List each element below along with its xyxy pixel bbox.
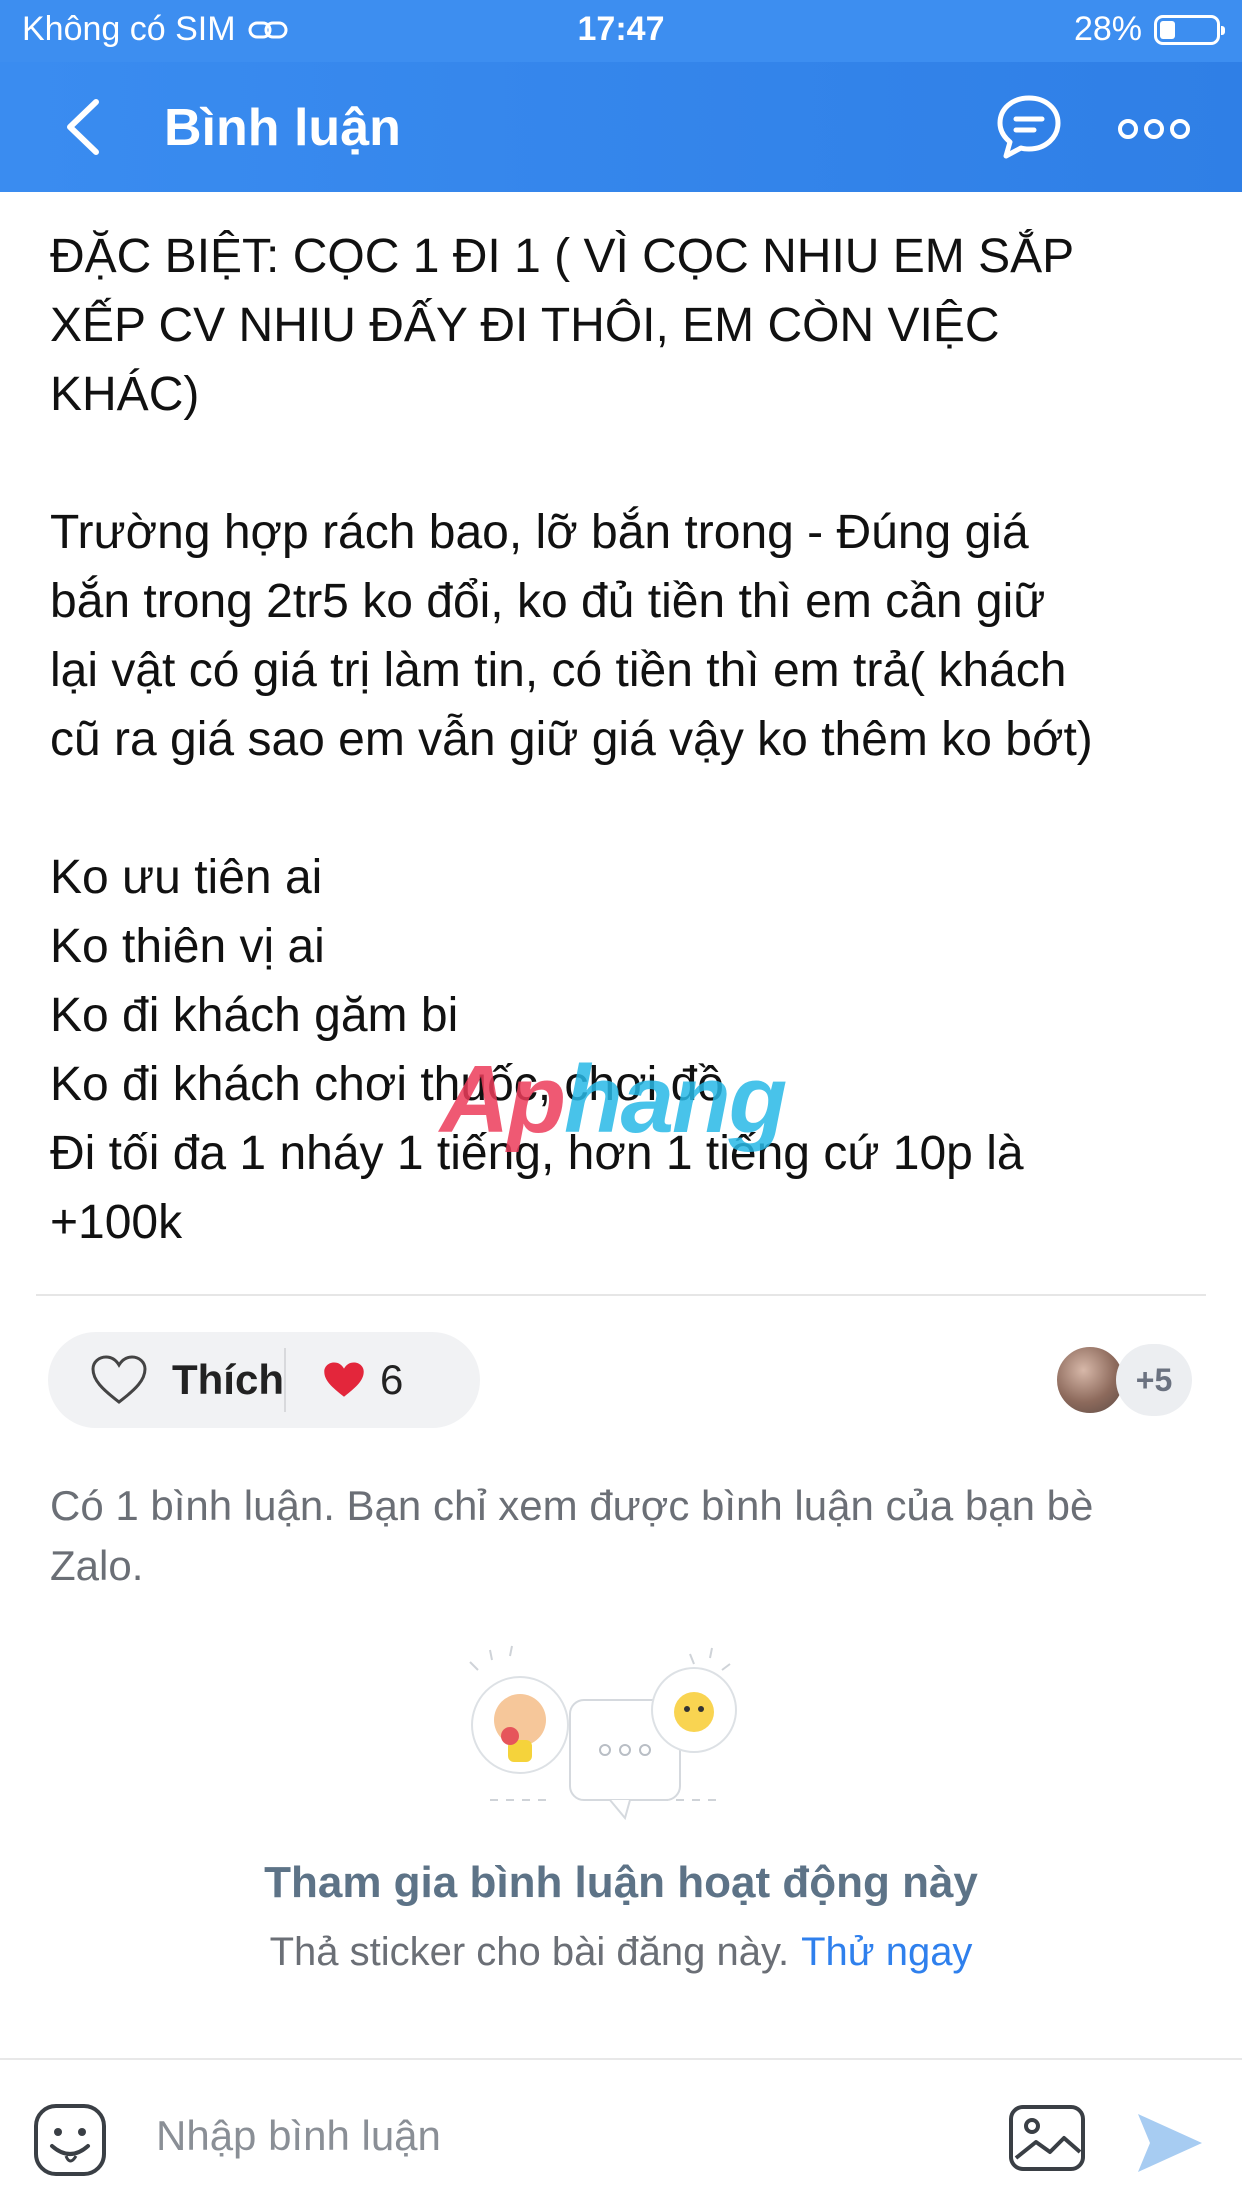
chevron-left-icon[interactable] bbox=[56, 94, 116, 160]
like-button[interactable]: Thích bbox=[48, 1332, 284, 1428]
sticker-illustration bbox=[469, 1645, 737, 1821]
more-reactors-badge[interactable]: +5 bbox=[1116, 1344, 1192, 1416]
heart-outline-icon bbox=[91, 1355, 147, 1404]
like-label: Thích bbox=[172, 1356, 284, 1403]
send-icon[interactable] bbox=[1134, 2110, 1206, 2176]
divider bbox=[36, 1294, 1206, 1296]
reaction-count[interactable]: 6 bbox=[286, 1356, 403, 1404]
heart-count: 6 bbox=[380, 1356, 404, 1403]
status-time: 17:47 bbox=[577, 10, 665, 48]
invite-subtitle: Thả sticker cho bài đăng này. Thử ngay bbox=[0, 1930, 1242, 1975]
battery-icon bbox=[1154, 14, 1225, 45]
status-bar: Không có SIM 17:47 28% bbox=[0, 0, 1242, 62]
battery-percent: 28% bbox=[1073, 10, 1142, 48]
chat-bubble-icon[interactable] bbox=[994, 92, 1064, 162]
try-now-link[interactable]: Thử ngay bbox=[801, 1930, 972, 1974]
comment-note: Có 1 bình luận. Bạn chỉ xem được bình lu… bbox=[50, 1482, 1094, 1589]
reaction-bar: Thích 6 bbox=[48, 1332, 480, 1428]
invite-sub-text: Thả sticker cho bài đăng này. bbox=[269, 1930, 790, 1974]
image-icon[interactable] bbox=[1008, 2104, 1086, 2172]
invite-title: Tham gia bình luận hoạt động này bbox=[264, 1858, 978, 1907]
page-title: Bình luận bbox=[164, 99, 401, 157]
heart-filled-icon bbox=[324, 1362, 364, 1397]
emoji-icon[interactable] bbox=[32, 2102, 108, 2178]
battery-fill bbox=[1160, 20, 1176, 39]
nav-bar: Bình luận bbox=[0, 62, 1242, 192]
status-right: 28% bbox=[1073, 10, 1225, 49]
more-dots-icon[interactable] bbox=[1118, 114, 1190, 144]
post-text: ĐẶC BIỆT: CỌC 1 ĐI 1 ( VÌ CỌC NHIU EM SẮ… bbox=[50, 230, 1093, 1249]
comment-composer: Nhập bình luận bbox=[0, 2058, 1242, 2210]
comment-input[interactable]: Nhập bình luận bbox=[156, 2112, 441, 2160]
